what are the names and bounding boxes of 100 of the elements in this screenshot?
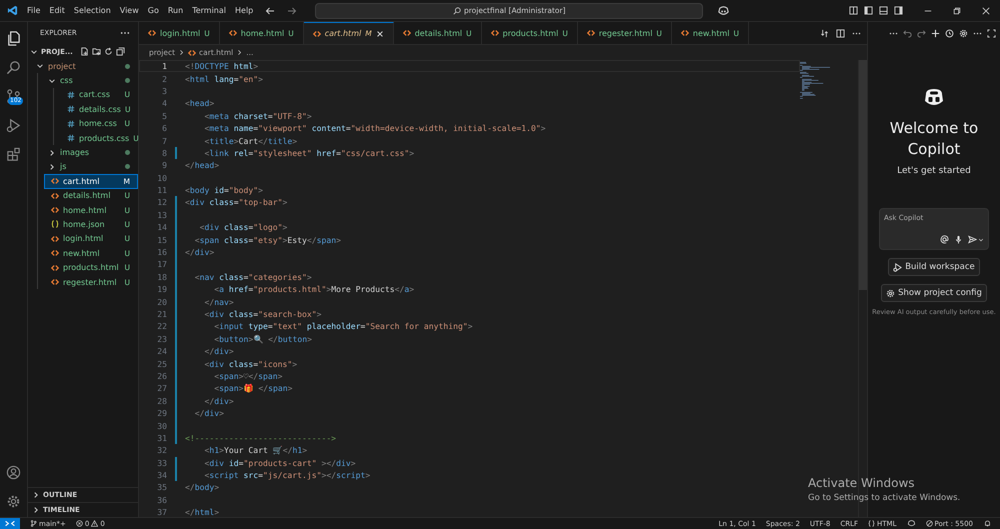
chevron-right-icon bbox=[178, 49, 186, 56]
remote-icon[interactable] bbox=[0, 518, 20, 529]
change-dot bbox=[125, 78, 130, 84]
code-line: <meta name="viewport" content="width=device-width, initial-scale=1.0"> bbox=[204, 123, 546, 134]
plus-icon[interactable] bbox=[931, 28, 940, 38]
html-file-icon bbox=[402, 29, 411, 37]
action-button[interactable]: Build workspace bbox=[888, 258, 980, 276]
history-icon[interactable] bbox=[945, 28, 954, 38]
extensions-icon[interactable] bbox=[6, 147, 21, 162]
code-line: <!----------------------------> bbox=[185, 432, 336, 443]
menu-item[interactable]: Go bbox=[148, 6, 159, 15]
line-number: 23 bbox=[156, 334, 167, 344]
search-icon bbox=[452, 6, 461, 14]
line-number: 5 bbox=[161, 110, 167, 121]
html-file-icon bbox=[680, 29, 689, 37]
code-line: <div class="icons"> bbox=[204, 358, 298, 369]
more-icon[interactable] bbox=[120, 31, 130, 35]
secondary-sidebar-toggle-icon[interactable] bbox=[894, 6, 903, 15]
collapse-all-icon[interactable] bbox=[116, 47, 125, 56]
code-line: <span>♡</span> bbox=[213, 370, 282, 381]
sidebar-toggle-icon[interactable] bbox=[864, 6, 873, 15]
html-file-icon bbox=[228, 29, 237, 37]
source-control-icon[interactable] bbox=[6, 89, 21, 104]
prohibited-icon bbox=[926, 520, 932, 527]
split-editor-icon[interactable] bbox=[836, 28, 845, 38]
send-icon[interactable] bbox=[968, 235, 977, 244]
bell-icon[interactable] bbox=[983, 520, 992, 527]
files-icon[interactable] bbox=[6, 31, 21, 46]
search-icon[interactable] bbox=[6, 60, 21, 75]
line-number: 11 bbox=[156, 185, 167, 196]
compare-icon[interactable] bbox=[820, 28, 829, 38]
caret-icon[interactable] bbox=[978, 236, 984, 242]
change-dot bbox=[125, 150, 130, 156]
html-file-icon bbox=[586, 29, 595, 37]
copilot-logo-icon bbox=[922, 88, 946, 108]
code-line: <link rel="stylesheet" href="css/cart.css"> bbox=[204, 148, 414, 158]
line-number: 31 bbox=[156, 432, 167, 443]
maximize-icon[interactable] bbox=[987, 28, 996, 38]
html-file-icon bbox=[51, 278, 59, 286]
copilot-icon[interactable] bbox=[906, 520, 916, 527]
editor-logo-icon bbox=[7, 5, 18, 16]
redo-icon[interactable] bbox=[917, 28, 926, 38]
mention-icon[interactable] bbox=[940, 235, 949, 244]
run-debug-icon[interactable] bbox=[6, 118, 21, 133]
undo-icon[interactable] bbox=[903, 28, 912, 38]
folder-item[interactable]: js bbox=[44, 160, 138, 174]
change-dot bbox=[125, 164, 130, 170]
code-line: <div class="search-box"> bbox=[204, 309, 322, 319]
microphone-icon[interactable] bbox=[954, 235, 963, 244]
line-number: 3 bbox=[161, 86, 167, 96]
code-line: </div> bbox=[204, 346, 234, 356]
layout-icon[interactable] bbox=[849, 6, 858, 15]
code-line: </div> bbox=[194, 408, 224, 418]
forward-arrow-icon[interactable] bbox=[287, 6, 298, 16]
menu-item[interactable]: View bbox=[120, 6, 139, 15]
line-number: 1 bbox=[161, 61, 167, 72]
activation-notice-title: Activate Windows bbox=[808, 476, 916, 490]
code-line: </div> bbox=[204, 396, 234, 406]
code-line: <span>🎁 </span> bbox=[213, 383, 292, 394]
menu-item[interactable]: Terminal bbox=[192, 6, 226, 15]
branch-icon bbox=[30, 520, 37, 527]
html-file-icon bbox=[312, 30, 321, 38]
line-number: 30 bbox=[156, 420, 167, 431]
html-file-icon bbox=[51, 234, 59, 243]
account-icon[interactable] bbox=[6, 465, 21, 480]
menu-item[interactable]: Selection bbox=[74, 6, 111, 15]
folder-item[interactable]: css bbox=[44, 73, 138, 88]
line-number: 6 bbox=[161, 123, 167, 134]
line-number: 24 bbox=[156, 346, 167, 356]
hash-file-icon bbox=[67, 105, 75, 114]
menu-item[interactable]: Run bbox=[168, 6, 184, 15]
scrollbar-thumb[interactable] bbox=[859, 60, 867, 290]
close-icon[interactable] bbox=[982, 6, 990, 14]
code-line: </nav> bbox=[204, 296, 234, 307]
html-file-icon bbox=[490, 29, 499, 37]
menu-item[interactable]: Help bbox=[235, 6, 254, 15]
new-folder-icon[interactable] bbox=[92, 47, 101, 56]
line-number: 21 bbox=[156, 309, 167, 319]
restore-icon[interactable] bbox=[953, 6, 961, 14]
folder-item[interactable]: images bbox=[44, 145, 138, 160]
welcome-heading: Welcome to Copilot bbox=[888, 118, 980, 160]
code-line: <a href="products.html">More Products</a> bbox=[213, 284, 414, 294]
menu-item[interactable]: File bbox=[27, 6, 40, 15]
copilot-icon[interactable] bbox=[717, 6, 730, 16]
line-number: 20 bbox=[156, 296, 167, 307]
line-number: 34 bbox=[156, 470, 167, 480]
code-line: <input type="text" placeholder="Search for anything"> bbox=[213, 321, 473, 332]
close-icon[interactable] bbox=[376, 30, 384, 38]
new-file-icon[interactable] bbox=[80, 47, 89, 56]
chevron-right-icon bbox=[236, 49, 244, 56]
back-arrow-icon[interactable] bbox=[265, 6, 276, 16]
action-button[interactable]: Show project config bbox=[881, 284, 987, 302]
menu-item[interactable]: Edit bbox=[49, 6, 65, 15]
folder-item[interactable]: project bbox=[28, 59, 138, 74]
refresh-icon[interactable] bbox=[104, 47, 113, 56]
code-line: <div class="logo"> bbox=[198, 222, 288, 232]
panel-toggle-icon[interactable] bbox=[879, 6, 888, 15]
run-debug-icon bbox=[893, 262, 902, 272]
error-icon bbox=[76, 520, 83, 527]
code-line: <head> bbox=[185, 98, 214, 108]
